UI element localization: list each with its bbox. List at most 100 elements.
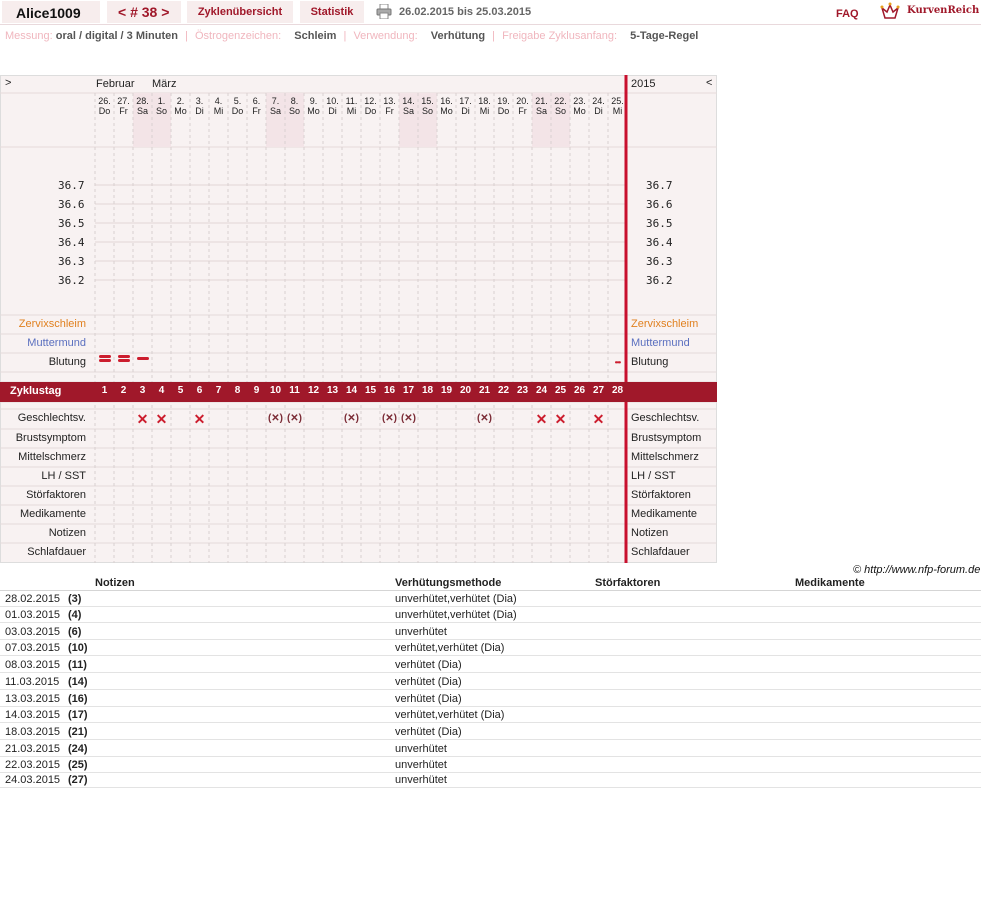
usage-value: Verhütung	[430, 30, 486, 42]
intercourse-protected-marker[interactable]: (✕)	[397, 413, 420, 424]
day-header[interactable]: 18. Mi	[475, 96, 494, 116]
day-header[interactable]: 10. Di	[323, 96, 342, 116]
row-cycle-day: (6)	[68, 626, 82, 638]
cycle-day-number: 10	[269, 385, 282, 396]
day-header[interactable]: 5. Do	[228, 96, 247, 116]
temp-tick-right: 36.7	[646, 179, 673, 192]
cycle-day-number: 8	[234, 385, 241, 396]
nav-right-arrow[interactable]: <	[706, 77, 712, 89]
measure-value: oral / digital / 3 Minuten	[55, 30, 178, 42]
faq-link[interactable]: FAQ	[836, 8, 859, 20]
intercourse-unprotected-marker[interactable]: ✕	[152, 411, 171, 428]
right-label-blutung: Blutung	[631, 356, 669, 368]
release-label: Freigabe Zyklusanfang:	[502, 30, 618, 42]
tab-cycle-overview[interactable]: Zyklenübersicht	[187, 1, 293, 23]
row-method: verhütet (Dia)	[395, 693, 462, 705]
bleeding-marker[interactable]	[95, 354, 114, 368]
cycle-day-number: 23	[516, 385, 529, 396]
cycle-day-number: 22	[497, 385, 510, 396]
cycle-day-number: 26	[573, 385, 586, 396]
cycle-day-number: 3	[139, 385, 146, 396]
day-header[interactable]: 14. Sa	[399, 96, 418, 116]
estrogen-label: Östrogenzeichen:	[194, 30, 282, 42]
intercourse-protected-marker[interactable]: (✕)	[473, 413, 496, 424]
right-label-schlaf: Schlafdauer	[631, 546, 690, 558]
row-cycle-day: (27)	[68, 774, 88, 786]
day-header[interactable]: 19. Do	[494, 96, 513, 116]
day-header[interactable]: 6. Fr	[247, 96, 266, 116]
row-date: 01.03.2015	[5, 609, 61, 621]
cycle-day-label: Zyklustag	[10, 385, 62, 397]
cycle-day-number: 11	[289, 385, 300, 396]
day-header[interactable]: 28. Sa	[133, 96, 152, 116]
copyright[interactable]: © http://www.nfp-forum.de	[853, 564, 980, 576]
cycle-day-number: 15	[364, 385, 377, 396]
intercourse-protected-marker[interactable]: (✕)	[283, 413, 306, 424]
cycle-day-number: 16	[383, 385, 396, 396]
intercourse-unprotected-marker[interactable]: ✕	[551, 411, 570, 428]
intercourse-protected-marker[interactable]: (✕)	[340, 413, 363, 424]
printer-icon[interactable]	[376, 4, 392, 19]
day-header[interactable]: 7. Sa	[266, 96, 285, 116]
cycle-day-number: 4	[158, 385, 165, 396]
intercourse-unprotected-marker[interactable]: ✕	[589, 411, 608, 428]
day-header[interactable]: 4. Mi	[209, 96, 228, 116]
table-row: 08.03.2015 (11) verhütet (Dia)	[0, 657, 981, 673]
bleeding-marker[interactable]	[133, 354, 152, 368]
intercourse-unprotected-marker[interactable]: ✕	[190, 411, 209, 428]
right-label-muttermund: Muttermund	[631, 337, 690, 349]
day-header[interactable]: 22. So	[551, 96, 570, 116]
day-header[interactable]: 11. Mi	[342, 96, 361, 116]
cycle-day-number: 7	[215, 385, 222, 396]
row-date: 08.03.2015	[5, 659, 61, 671]
table-row: 01.03.2015 (4) unverhütet,verhütet (Dia)	[0, 607, 981, 623]
row-date: 07.03.2015	[5, 642, 61, 654]
temp-tick-right: 36.5	[646, 217, 673, 230]
cycle-day-number: 14	[345, 385, 358, 396]
brand-name[interactable]: KurvenReich	[907, 5, 979, 16]
day-header[interactable]: 23. Mo	[570, 96, 589, 116]
day-header[interactable]: 26. Do	[95, 96, 114, 116]
day-header[interactable]: 25. Mi	[608, 96, 627, 116]
right-label-mittel: Mittelschmerz	[631, 451, 699, 463]
bleeding-marker[interactable]: •••	[608, 354, 627, 368]
nav-left-arrow[interactable]: >	[5, 77, 11, 89]
month-mar: März	[152, 78, 177, 90]
day-header[interactable]: 15. So	[418, 96, 437, 116]
right-label-geschlecht: Geschlechtsv.	[631, 412, 700, 424]
day-header[interactable]: 8. So	[285, 96, 304, 116]
row-label-schlaf: Schlafdauer	[27, 546, 86, 558]
cycle-day-bar: Zyklustag 1 2 3 4 5 6 7 8 9 10 11 12 13 14 15 16 17 18 19 2…	[0, 382, 717, 402]
day-header[interactable]: 2. Mo	[171, 96, 190, 116]
cycle-day-number: 12	[307, 385, 320, 396]
day-header[interactable]: 13. Fr	[380, 96, 399, 116]
row-cycle-day: (3)	[68, 593, 82, 605]
cycle-day-number: 17	[402, 385, 415, 396]
usage-label: Verwendung:	[353, 30, 418, 42]
day-header[interactable]: 16. Mo	[437, 96, 456, 116]
day-header[interactable]: 27. Fr	[114, 96, 133, 116]
day-header[interactable]: 21. Sa	[532, 96, 551, 116]
cycle-navigator[interactable]: < # 38 >	[107, 1, 181, 23]
kurvenreich-logo-icon[interactable]	[880, 2, 900, 20]
cycle-day-number: 1	[101, 385, 108, 396]
bleeding-marker[interactable]	[114, 354, 133, 368]
temp-tick-left: 36.5	[58, 217, 85, 230]
temp-tick-right: 36.4	[646, 236, 673, 249]
intercourse-unprotected-marker[interactable]: ✕	[532, 411, 551, 428]
intercourse-unprotected-marker[interactable]: ✕	[133, 411, 152, 428]
day-header[interactable]: 9. Mo	[304, 96, 323, 116]
day-header[interactable]: 17. Di	[456, 96, 475, 116]
day-header[interactable]: 1. So	[152, 96, 171, 116]
tab-statistics[interactable]: Statistik	[300, 1, 364, 23]
day-header[interactable]: 3. Di	[190, 96, 209, 116]
row-method: verhütet,verhütet (Dia)	[395, 642, 505, 654]
right-label-brust: Brustsymptom	[631, 432, 702, 444]
day-header[interactable]: 20. Fr	[513, 96, 532, 116]
cycle-day-number: 2	[120, 385, 127, 396]
top-bar: Alice1009 < # 38 > Zyklenübersicht Stati…	[0, 0, 981, 25]
day-header[interactable]: 12. Do	[361, 96, 380, 116]
table-row: 18.03.2015 (21) verhütet (Dia)	[0, 724, 981, 740]
day-header[interactable]: 24. Di	[589, 96, 608, 116]
row-cycle-day: (4)	[68, 609, 82, 621]
